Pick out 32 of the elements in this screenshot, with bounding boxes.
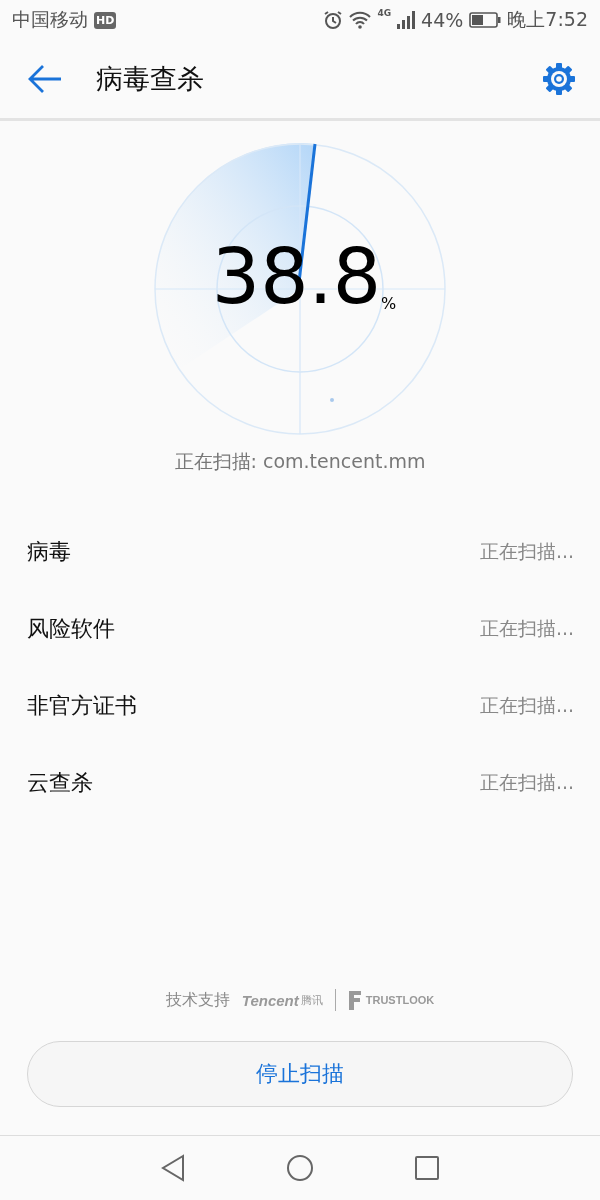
wifi-icon xyxy=(349,11,372,29)
scan-category: 风险软件 xyxy=(27,614,115,643)
hd-badge: HD xyxy=(94,11,117,29)
scan-category: 病毒 xyxy=(27,537,71,566)
battery-icon xyxy=(469,12,502,28)
page-title: 病毒查杀 xyxy=(96,62,205,96)
partner-logo: TRUSTLOOK xyxy=(365,994,435,1006)
support-label: 技术支持 xyxy=(165,989,230,1011)
clock: 晚上7:52 xyxy=(507,7,588,32)
scan-category: 非官方证书 xyxy=(27,691,137,720)
percent-unit: % xyxy=(381,294,397,313)
home-nav-icon[interactable] xyxy=(286,1154,314,1182)
battery-percent: 44% xyxy=(421,9,464,31)
scan-status: 正在扫描... xyxy=(479,615,574,641)
back-arrow-icon[interactable] xyxy=(28,64,62,94)
stop-scan-button[interactable]: 停止扫描 xyxy=(27,1041,573,1107)
settings-icon[interactable] xyxy=(542,62,576,96)
trustlook-logo-icon xyxy=(347,989,362,1011)
alarm-icon xyxy=(323,10,344,30)
partner-logo: Tencent xyxy=(241,991,299,1009)
scanning-target: 正在扫描: com.tencent.mm xyxy=(173,449,427,474)
scan-status: 正在扫描... xyxy=(479,769,574,795)
scan-status: 正在扫描... xyxy=(479,692,574,718)
network-type: 4G xyxy=(377,8,392,18)
scan-category: 云查杀 xyxy=(27,768,93,797)
scan-status: 正在扫描... xyxy=(479,538,574,564)
partner-logo-cn: 腾讯 xyxy=(300,992,323,1008)
progress-percent: 38.8 xyxy=(211,239,381,315)
back-nav-icon[interactable] xyxy=(160,1154,186,1182)
recents-nav-icon[interactable] xyxy=(414,1155,440,1181)
signal-icon xyxy=(397,11,416,29)
carrier-name: 中国移动 xyxy=(12,7,88,32)
